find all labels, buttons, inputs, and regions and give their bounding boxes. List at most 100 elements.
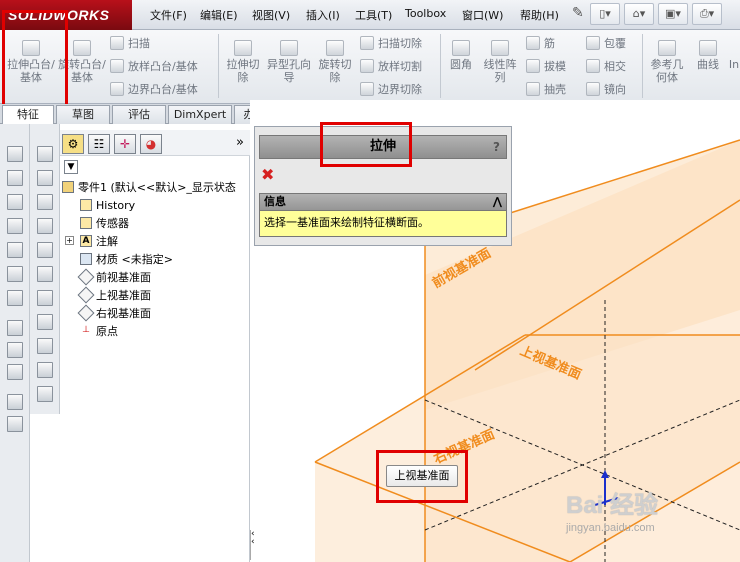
feature-icon[interactable] bbox=[37, 242, 53, 258]
sweep-button[interactable]: 扫描 bbox=[110, 35, 150, 51]
menu-insert[interactable]: 插入(I) bbox=[306, 7, 340, 23]
tab-evaluate[interactable]: 评估 bbox=[112, 105, 166, 124]
property-manager-tab-icon[interactable]: ☷ bbox=[88, 134, 110, 154]
menu-help[interactable]: 帮助(H) bbox=[520, 7, 559, 23]
history-icon bbox=[80, 199, 92, 211]
boundary-cut-icon bbox=[360, 82, 374, 96]
sketch-icon[interactable] bbox=[7, 364, 23, 380]
draft-icon bbox=[526, 59, 540, 73]
tree-item-history[interactable]: History bbox=[80, 196, 135, 214]
tree-item-front-plane[interactable]: 前视基准面 bbox=[77, 268, 151, 286]
revolve-cut-icon bbox=[326, 40, 344, 56]
rib-button[interactable]: 筋 bbox=[526, 35, 555, 51]
fillet-button[interactable]: 圆角 bbox=[444, 40, 478, 71]
feature-icon[interactable] bbox=[37, 170, 53, 186]
plane-icon bbox=[77, 268, 95, 286]
feature-manager-tab-icon[interactable]: ⚙ bbox=[62, 134, 84, 154]
menu-tools[interactable]: 工具(T) bbox=[355, 7, 392, 23]
curves-button[interactable]: 曲线 bbox=[692, 40, 724, 71]
tree-item-material[interactable]: 材质 <未指定> bbox=[80, 250, 173, 268]
plane-icon bbox=[77, 304, 95, 322]
extrude-cut-button[interactable]: 拉伸切除 bbox=[222, 40, 264, 84]
box-icon[interactable] bbox=[7, 146, 23, 162]
draft-button[interactable]: 拔模 bbox=[526, 58, 566, 74]
table-icon[interactable] bbox=[37, 386, 53, 402]
menu-window[interactable]: 窗口(W) bbox=[462, 7, 503, 23]
menu-toolbox[interactable]: Toolbox bbox=[405, 7, 446, 20]
rib-label: 筋 bbox=[544, 37, 555, 50]
tab-dimxpert[interactable]: DimXpert bbox=[168, 105, 232, 124]
tree-root[interactable]: 零件1 (默认<<默认>_显示状态 bbox=[62, 178, 236, 196]
rib-icon bbox=[526, 36, 540, 50]
box-icon[interactable] bbox=[7, 218, 23, 234]
feature-icon[interactable] bbox=[37, 218, 53, 234]
revolve-cut-button[interactable]: 旋转切除 bbox=[314, 40, 356, 84]
tree-item-origin[interactable]: ⊥ 原点 bbox=[80, 322, 118, 340]
feature-icon[interactable] bbox=[37, 290, 53, 306]
wrap-button[interactable]: 包覆 bbox=[586, 35, 626, 51]
feature-icon[interactable] bbox=[37, 146, 53, 162]
menu-view[interactable]: 视图(V) bbox=[252, 7, 290, 23]
info-section-header[interactable]: 信息 ⋀ bbox=[259, 193, 507, 211]
tree-item-sensors[interactable]: 传感器 bbox=[80, 214, 129, 232]
shell-icon bbox=[526, 82, 540, 96]
boundary-boss-button[interactable]: 边界凸台/基体 bbox=[110, 81, 198, 97]
tree-item-annotations[interactable]: A 注解 bbox=[80, 232, 118, 250]
configuration-manager-tab-icon[interactable]: ✛ bbox=[114, 134, 136, 154]
expand-panel-icon[interactable]: » bbox=[236, 135, 244, 150]
copy-icon[interactable] bbox=[7, 394, 23, 410]
sketch-icon[interactable] bbox=[7, 320, 23, 336]
box-icon[interactable] bbox=[7, 266, 23, 282]
intersect-button[interactable]: 相交 bbox=[586, 58, 626, 74]
instant3d-button[interactable]: In bbox=[728, 58, 740, 71]
linear-pattern-button[interactable]: 线性阵列 bbox=[480, 40, 520, 84]
loft-boss-button[interactable]: 放样凸台/基体 bbox=[110, 58, 198, 74]
menu-edit[interactable]: 编辑(E) bbox=[200, 7, 238, 23]
feature-icon[interactable] bbox=[37, 338, 53, 354]
help-icon[interactable]: ? bbox=[493, 136, 500, 158]
filter-icon[interactable]: ▼ bbox=[64, 160, 78, 174]
extrude-cut-label: 拉伸切除 bbox=[226, 58, 260, 84]
boundary-cut-button[interactable]: 边界切除 bbox=[360, 81, 422, 97]
save-icon[interactable]: ▣▾ bbox=[658, 3, 688, 25]
display-manager-tab-icon[interactable]: ◕ bbox=[140, 134, 162, 154]
tree-item-top-plane[interactable]: 上视基准面 bbox=[77, 286, 151, 304]
tree-item-right-plane[interactable]: 右视基准面 bbox=[77, 304, 151, 322]
mirror-button[interactable]: 镜向 bbox=[586, 81, 626, 97]
tab-features[interactable]: 特征 bbox=[2, 105, 54, 124]
box-icon[interactable] bbox=[7, 194, 23, 210]
feature-icon[interactable] bbox=[37, 362, 53, 378]
feature-icon[interactable] bbox=[37, 314, 53, 330]
shell-label: 抽壳 bbox=[544, 83, 566, 96]
reference-geometry-button[interactable]: 参考几何体 bbox=[646, 40, 688, 84]
hole-wizard-button[interactable]: 异型孔向导 bbox=[266, 40, 312, 84]
expand-icon[interactable]: + bbox=[65, 236, 74, 245]
tab-sketch[interactable]: 草图 bbox=[56, 105, 110, 124]
tree-toolbar: ⚙ ☷ ✛ ◕ » bbox=[60, 130, 250, 156]
sweep-cut-button[interactable]: 扫描切除 bbox=[360, 35, 422, 51]
watermark-url: jingyan.baidu.com bbox=[566, 522, 655, 534]
collapse-icon[interactable]: ⋀ bbox=[493, 194, 502, 210]
feature-icon[interactable] bbox=[37, 266, 53, 282]
box-icon[interactable] bbox=[7, 170, 23, 186]
feature-icon[interactable] bbox=[37, 194, 53, 210]
pin-icon[interactable]: ✎ bbox=[572, 5, 584, 21]
box-icon[interactable] bbox=[7, 290, 23, 306]
watermark-main: Bai 经验 bbox=[566, 492, 659, 519]
left-toolbar-2 bbox=[30, 124, 60, 414]
print-icon[interactable]: ⎙▾ bbox=[692, 3, 722, 25]
tree-root-label: 零件1 (默认<<默认>_显示状态 bbox=[78, 181, 236, 194]
box-icon[interactable] bbox=[7, 242, 23, 258]
shell-button[interactable]: 抽壳 bbox=[526, 81, 566, 97]
open-icon[interactable]: ⌂▾ bbox=[624, 3, 654, 25]
cancel-icon[interactable]: ✖ bbox=[261, 165, 274, 184]
tree-item-label: History bbox=[96, 198, 136, 212]
new-document-icon[interactable]: ▯▾ bbox=[590, 3, 620, 25]
intersect-label: 相交 bbox=[604, 60, 626, 73]
menu-file[interactable]: 文件(F) bbox=[150, 7, 187, 23]
loft-boss-label: 放样凸台/基体 bbox=[128, 60, 198, 73]
copy-icon[interactable] bbox=[7, 416, 23, 432]
panel-splitter[interactable]: ‹ ‹ bbox=[250, 530, 260, 560]
sketch-icon[interactable] bbox=[7, 342, 23, 358]
loft-cut-button[interactable]: 放样切割 bbox=[360, 58, 422, 74]
